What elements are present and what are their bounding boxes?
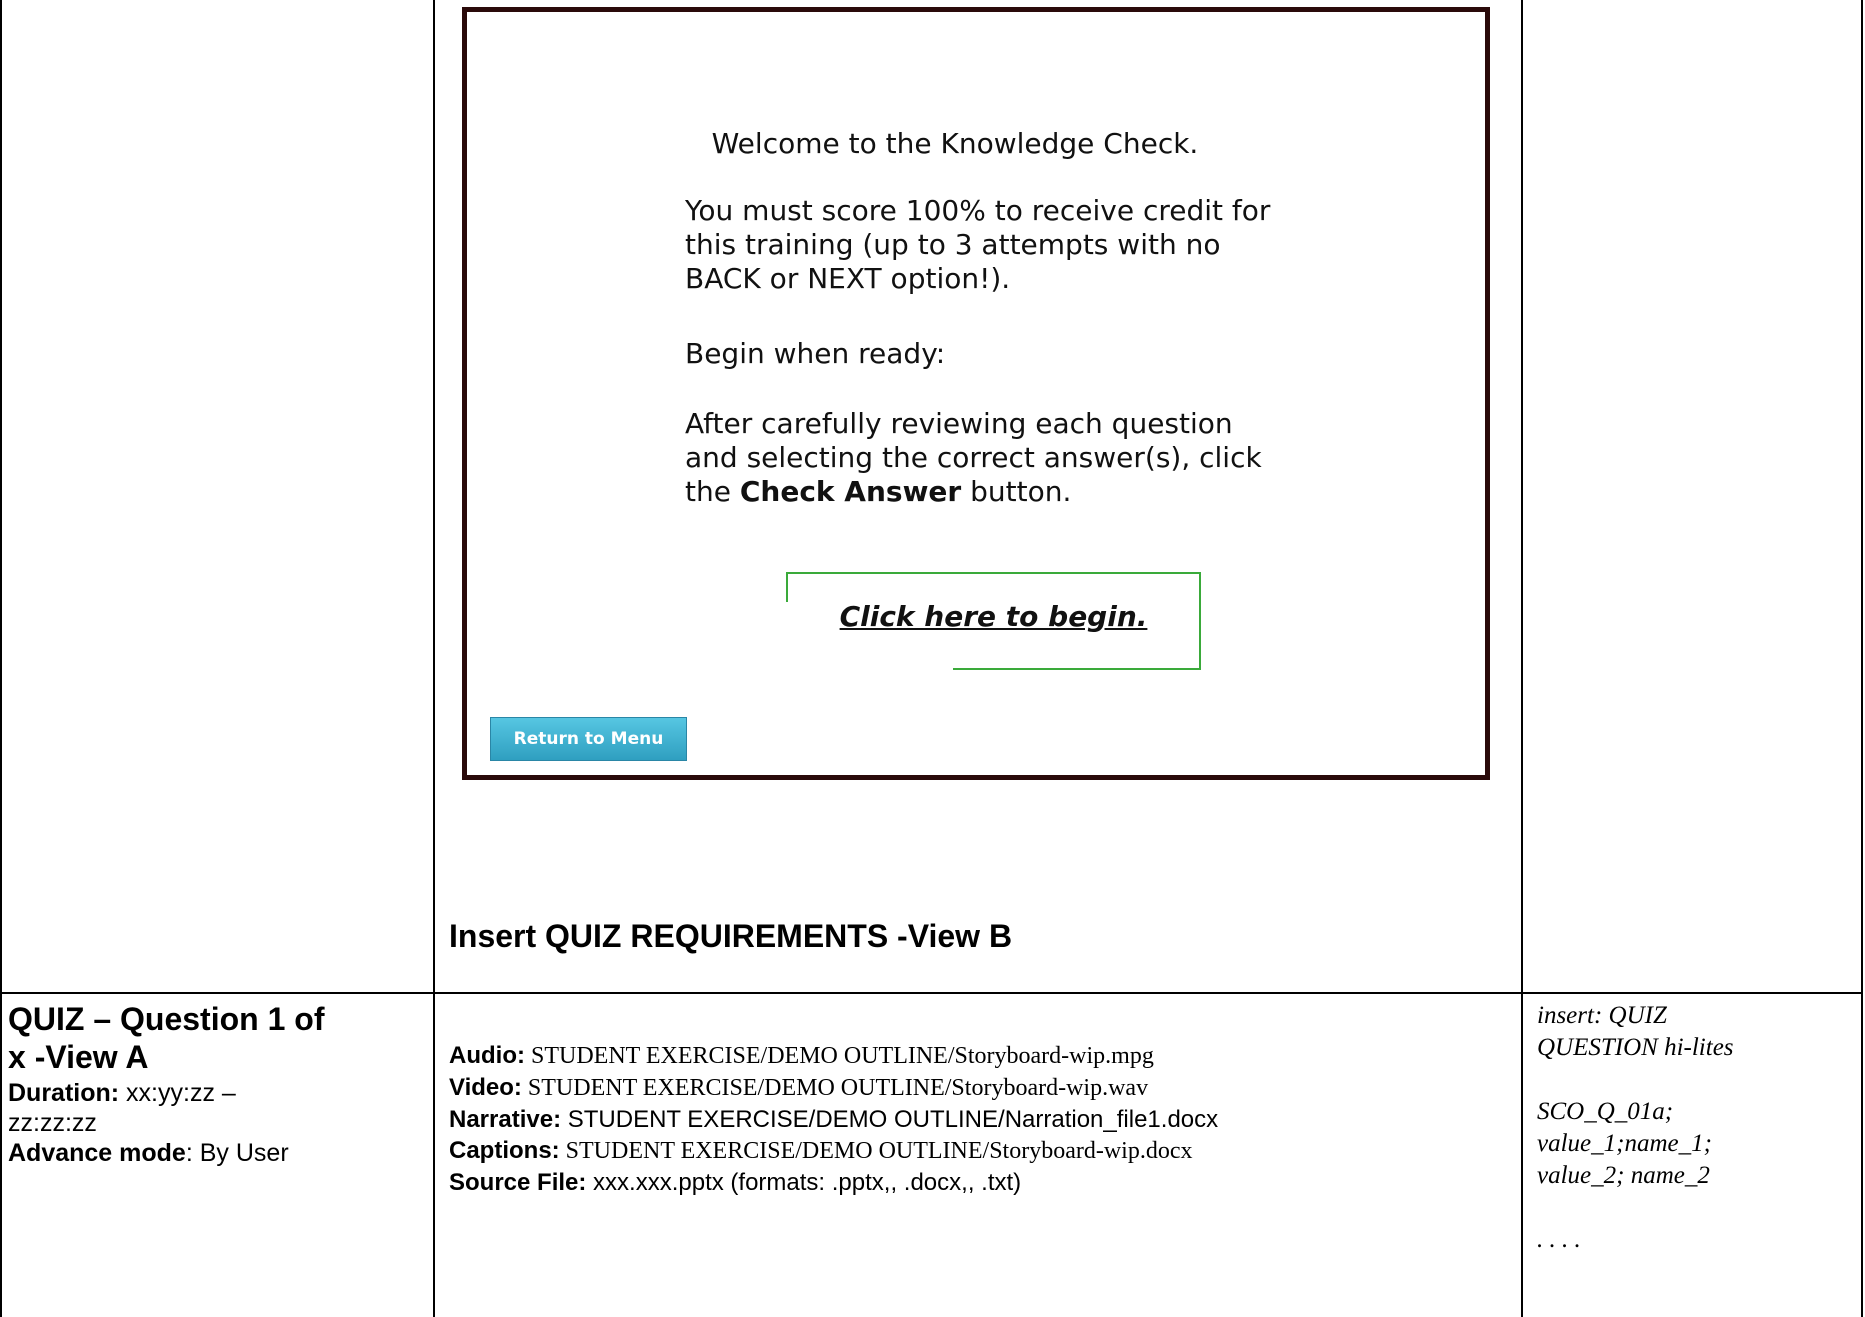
notes-line: value_1;name_1;	[1537, 1130, 1712, 1157]
source-file-value: xxx.xxx.pptx (formats: .pptx,, .docx,, .…	[586, 1169, 1022, 1196]
duration: Duration: xx:yy:zz – zz:zz:zz Advance mo…	[8, 1078, 428, 1168]
captions-label: Captions:	[449, 1137, 560, 1164]
begin-box-border	[786, 572, 788, 602]
audio-value: STUDENT EXERCISE/DEMO OUTLINE/Storyboard…	[524, 1043, 1154, 1069]
media-files: Audio: STUDENT EXERCISE/DEMO OUTLINE/Sto…	[449, 1040, 1509, 1198]
return-to-menu-button[interactable]: Return to Menu	[490, 717, 687, 761]
audio-label: Audio:	[449, 1042, 525, 1069]
duration-label: Duration:	[8, 1079, 120, 1107]
audio-row: Audio: STUDENT EXERCISE/DEMO OUTLINE/Sto…	[449, 1040, 1509, 1072]
quiz-title-line: x -View A	[8, 1039, 149, 1075]
table-divider-2	[1521, 0, 1523, 1317]
narrative-label: Narrative:	[449, 1106, 562, 1133]
instructions-line: the Check Answer button.	[685, 475, 1072, 508]
check-answer-text: Check Answer	[739, 475, 962, 508]
advance-mode-value: : By User	[185, 1139, 289, 1167]
slide-title: Welcome to the Knowledge Check.	[711, 127, 1199, 160]
table-row-divider	[0, 992, 1863, 994]
notes-line: SCO_Q_01a;	[1537, 1098, 1674, 1125]
score-line: BACK or NEXT option!).	[685, 262, 1011, 295]
instructions-text: After carefully reviewing each question …	[685, 407, 1345, 509]
duration-value: xx:yy:zz –	[119, 1079, 236, 1107]
begin-box-border	[786, 572, 1201, 574]
notes-line: insert: QUIZ	[1537, 1002, 1667, 1029]
score-line: You must score 100% to receive credit fo…	[685, 194, 1271, 227]
quiz-title-line: QUIZ – Question 1 of	[8, 1001, 325, 1037]
captions-row: Captions: STUDENT EXERCISE/DEMO OUTLINE/…	[449, 1135, 1509, 1167]
video-value: STUDENT EXERCISE/DEMO OUTLINE/Storyboard…	[521, 1075, 1149, 1101]
quiz-title: QUIZ – Question 1 of x -View A	[8, 1000, 428, 1076]
slide-preview: Welcome to the Knowledge Check. You must…	[462, 7, 1490, 780]
source-file-row: Source File: xxx.xxx.pptx (formats: .ppt…	[449, 1167, 1509, 1198]
captions-value: STUDENT EXERCISE/DEMO OUTLINE/Storyboard…	[559, 1138, 1193, 1164]
duration-value-end: zz:zz:zz	[8, 1109, 97, 1137]
instructions-line: and selecting the correct answer(s), cli…	[685, 441, 1262, 474]
score-line: this training (up to 3 attempts with no	[685, 228, 1221, 261]
table-divider-1	[433, 0, 435, 1317]
instructions-line: After carefully reviewing each question	[685, 407, 1233, 440]
notes-ellipsis: . . . .	[1537, 1226, 1581, 1253]
notes: insert: QUIZ QUESTION hi-lites SCO_Q_01a…	[1537, 1000, 1857, 1256]
begin-button[interactable]: Click here to begin.	[786, 572, 1201, 670]
begin-ready-text: Begin when ready:	[685, 337, 946, 370]
begin-link[interactable]: Click here to begin.	[786, 600, 1201, 633]
begin-box-border	[953, 668, 1201, 670]
table-border-left	[0, 0, 2, 1317]
notes-line: QUESTION hi-lites	[1537, 1034, 1734, 1061]
view-b-heading: Insert QUIZ REQUIREMENTS -View B	[449, 918, 1013, 954]
video-label: Video:	[449, 1074, 522, 1101]
notes-line: value_2; name_2	[1537, 1162, 1710, 1189]
video-row: Video: STUDENT EXERCISE/DEMO OUTLINE/Sto…	[449, 1072, 1509, 1104]
narrative-row: Narrative: STUDENT EXERCISE/DEMO OUTLINE…	[449, 1104, 1509, 1135]
table-border-right	[1861, 0, 1863, 1317]
advance-mode-label: Advance mode	[8, 1139, 186, 1167]
narrative-value: STUDENT EXERCISE/DEMO OUTLINE/Narration_…	[561, 1106, 1219, 1133]
score-requirement-text: You must score 100% to receive credit fo…	[685, 194, 1345, 296]
source-file-label: Source File:	[449, 1169, 587, 1196]
